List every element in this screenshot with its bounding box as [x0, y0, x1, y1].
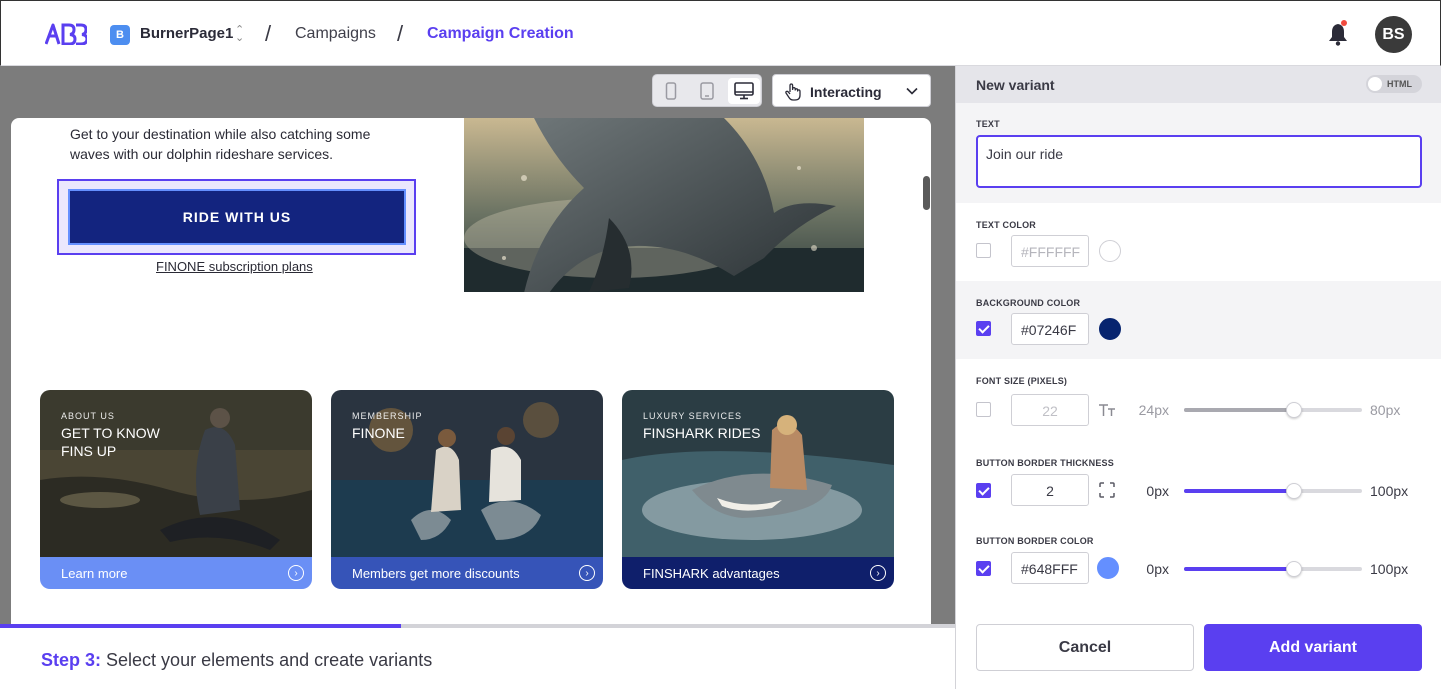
arrow-right-circle-icon: ›: [579, 565, 595, 581]
border-thickness-slider[interactable]: [1184, 483, 1362, 499]
mode-label: Interacting: [810, 84, 882, 100]
slider-fill: [1184, 567, 1295, 571]
border-thickness-section: BUTTON BORDER THICKNESS 2 0px 100px: [956, 441, 1441, 519]
font-size-section: FONT SIZE (PIXELS) 22 24px 80px: [956, 359, 1441, 441]
step-text: Select your elements and create variants: [106, 650, 433, 670]
border-color-max: 100px: [1370, 561, 1409, 577]
font-size-slider[interactable]: [1184, 402, 1362, 418]
card-title: FINONE: [352, 425, 405, 441]
font-size-max: 80px: [1370, 402, 1401, 418]
border-color-checkbox[interactable]: [976, 561, 991, 576]
desktop-icon[interactable]: [728, 78, 760, 104]
ride-with-us-button[interactable]: RIDE WITH US: [68, 189, 406, 245]
card-membership[interactable]: MEMBERSHIP FINONE Members get more disco…: [331, 390, 603, 589]
slider-fill: [1184, 408, 1295, 412]
font-size-input[interactable]: 22: [1011, 394, 1089, 426]
page-preview: Get to your destination while also catch…: [11, 118, 931, 628]
card-footer-label: FINSHARK advantages: [643, 566, 780, 581]
workspace-switch-icon[interactable]: ⌃ ⌄: [235, 25, 244, 44]
text-color-swatch[interactable]: [1099, 240, 1121, 262]
card-about-us[interactable]: ABOUT US GET TO KNOW FINS UP Learn more …: [40, 390, 312, 589]
card-kicker: ABOUT US: [61, 411, 115, 421]
text-size-icon: [1099, 404, 1115, 416]
text-color-label: TEXT COLOR: [976, 220, 1036, 230]
dolphin-hero-image: [464, 118, 864, 292]
device-switcher: [652, 74, 762, 107]
tablet-icon[interactable]: [691, 78, 723, 104]
subscription-plans-link[interactable]: FINONE subscription plans: [156, 259, 313, 274]
background-color-section: BACKGROUND COLOR #07246F: [956, 281, 1441, 359]
cancel-button[interactable]: Cancel: [976, 624, 1194, 671]
text-color-section: TEXT COLOR #FFFFFF: [956, 203, 1441, 281]
font-size-checkbox[interactable]: [976, 402, 991, 417]
slider-fill: [1184, 489, 1295, 493]
preview-scrollbar[interactable]: [923, 176, 930, 210]
arrow-right-circle-icon: ›: [870, 565, 886, 581]
border-thickness-label: BUTTON BORDER THICKNESS: [976, 458, 1114, 468]
border-thickness-max: 100px: [1370, 483, 1409, 499]
user-avatar[interactable]: BS: [1375, 16, 1412, 53]
variant-text-input[interactable]: Join our ride: [976, 135, 1422, 188]
panel-title: New variant: [976, 77, 1055, 93]
text-label: TEXT: [976, 119, 1000, 129]
border-color-section: BUTTON BORDER COLOR #648FFF 0px 100px: [956, 519, 1441, 599]
background-color-checkbox[interactable]: [976, 321, 991, 336]
text-color-checkbox[interactable]: [976, 243, 991, 258]
toggle-label: HTML: [1387, 79, 1412, 89]
panel-header: New variant HTML: [956, 66, 1441, 103]
hand-pointer-icon: [785, 83, 801, 101]
border-thickness-checkbox[interactable]: [976, 483, 991, 498]
interaction-mode-select[interactable]: Interacting: [772, 74, 931, 107]
slider-thumb[interactable]: [1286, 402, 1303, 418]
step-instruction: Step 3: Select your elements and create …: [41, 650, 432, 671]
breadcrumb-campaign-creation: Campaign Creation: [427, 25, 574, 42]
border-color-label: BUTTON BORDER COLOR: [976, 536, 1094, 546]
card-kicker: LUXURY SERVICES: [643, 411, 743, 421]
card-title: FINSHARK RIDES: [643, 425, 761, 441]
toggle-knob: [1368, 77, 1382, 91]
html-toggle[interactable]: HTML: [1366, 75, 1422, 93]
card-footer[interactable]: Members get more discounts ›: [331, 557, 603, 589]
border-color-swatch[interactable]: [1097, 557, 1119, 579]
border-thickness-input[interactable]: 2: [1011, 474, 1089, 506]
slider-thumb[interactable]: [1286, 483, 1303, 499]
add-variant-button[interactable]: Add variant: [1204, 624, 1422, 671]
text-color-input[interactable]: #FFFFFF: [1011, 235, 1089, 267]
breadcrumb-separator: /: [397, 21, 404, 46]
card-footer[interactable]: Learn more ›: [40, 557, 312, 589]
hero-description: Get to your destination while also catch…: [70, 126, 371, 162]
border-color-slider[interactable]: [1184, 561, 1362, 577]
workspace-badge[interactable]: B: [110, 25, 130, 45]
card-luxury-services[interactable]: LUXURY SERVICES FINSHARK RIDES FINSHARK …: [622, 390, 894, 589]
chevron-down-icon: [906, 87, 918, 95]
slider-thumb[interactable]: [1286, 561, 1303, 577]
background-color-swatch[interactable]: [1099, 318, 1121, 340]
border-icon: [1099, 482, 1115, 498]
top-bar: B BurnerPage1 ⌃ ⌄ / Campaigns / Campaign …: [0, 0, 1441, 66]
mobile-icon[interactable]: [655, 78, 687, 104]
breadcrumb-separator: /: [265, 21, 272, 46]
card-footer-label: Members get more discounts: [352, 566, 520, 581]
workspace-name[interactable]: BurnerPage1: [140, 25, 233, 42]
background-color-label: BACKGROUND COLOR: [976, 298, 1081, 308]
step-footer: Step 3: Select your elements and create …: [0, 628, 955, 689]
variant-panel: New variant HTML TEXT Join our ride TEXT…: [955, 66, 1441, 689]
notification-dot: [1341, 20, 1347, 26]
arrow-right-circle-icon: ›: [288, 565, 304, 581]
card-title: GET TO KNOW FINS UP: [61, 425, 160, 459]
card-footer[interactable]: FINSHARK advantages ›: [622, 557, 894, 589]
card-footer-label: Learn more: [61, 566, 128, 581]
card-kicker: MEMBERSHIP: [352, 411, 423, 421]
notification-bell-icon[interactable]: [1327, 22, 1349, 46]
step-number: Step 3:: [41, 650, 102, 670]
border-thickness-min: 0px: [1146, 483, 1169, 499]
border-color-min: 0px: [1146, 561, 1169, 577]
editor-canvas: Interacting Get to your destination whil…: [0, 66, 955, 628]
app-logo[interactable]: [45, 23, 87, 45]
border-color-input[interactable]: #648FFF: [1011, 552, 1089, 584]
font-size-min: 24px: [1138, 402, 1169, 418]
background-color-input[interactable]: #07246F: [1011, 313, 1089, 345]
font-size-label: FONT SIZE (PIXELS): [976, 376, 1068, 386]
breadcrumb-campaigns[interactable]: Campaigns: [295, 25, 376, 43]
